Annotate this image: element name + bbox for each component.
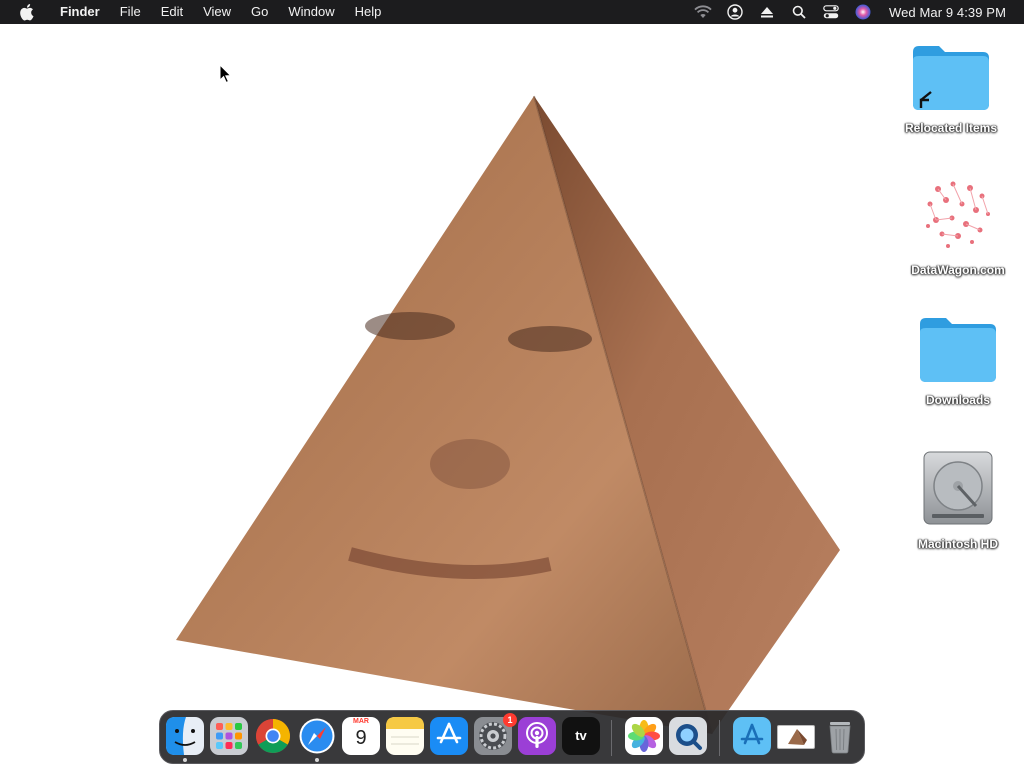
user-account-icon[interactable]	[725, 0, 745, 24]
dock-apple-tv[interactable]: tv	[562, 717, 600, 755]
desktop-icon-label: Relocated Items	[904, 121, 998, 135]
dock: MAR 9 1 tv	[159, 710, 865, 764]
calendar-month: MAR	[353, 718, 369, 725]
running-indicator	[183, 758, 187, 762]
dock-finder[interactable]	[166, 717, 204, 755]
menu-view[interactable]: View	[193, 0, 241, 24]
running-indicator	[315, 758, 319, 762]
trash-icon	[829, 722, 851, 754]
apple-tv-label: tv	[575, 728, 587, 743]
folder-alias-icon	[913, 46, 989, 110]
status-area: Wed Mar 9 4:39 PM	[687, 0, 1024, 24]
dock-applications-folder[interactable]	[733, 717, 771, 755]
pyramid-face-wallpaper	[176, 95, 840, 735]
eject-icon[interactable]	[757, 0, 777, 24]
notification-badge: 1	[503, 713, 517, 727]
dock-photos[interactable]	[625, 717, 663, 755]
menu-file[interactable]: File	[110, 0, 151, 24]
desktop-icon-downloads[interactable]: Downloads	[898, 314, 1018, 407]
notes-icon	[386, 717, 424, 755]
dock-app-store[interactable]	[430, 717, 468, 755]
image-file-icon	[926, 181, 990, 248]
dock-podcasts[interactable]	[518, 717, 556, 755]
desktop-icon-label: Macintosh HD	[917, 537, 998, 551]
applications-folder-icon	[740, 723, 764, 745]
dock-notes[interactable]	[386, 717, 424, 755]
siri-icon[interactable]	[853, 0, 873, 24]
image-thumbnail-icon	[788, 729, 807, 745]
calendar-day: 9	[355, 727, 367, 749]
menu-go[interactable]: Go	[241, 0, 278, 24]
dock-trash[interactable]	[821, 717, 859, 755]
spotlight-search-icon[interactable]	[789, 0, 809, 24]
dock-safari[interactable]	[298, 717, 336, 755]
dock-separator	[719, 720, 720, 756]
dock-separator	[611, 720, 612, 756]
menu-bar: Finder File Edit View Go Window Help Wed…	[0, 0, 1024, 24]
desktop: Relocated Items DataWagon.com Downloads …	[0, 24, 1024, 768]
menu-edit[interactable]: Edit	[151, 0, 193, 24]
dock-quicktime[interactable]	[669, 717, 707, 755]
safari-icon	[299, 718, 335, 754]
photos-icon	[628, 720, 660, 752]
menu-app-name[interactable]: Finder	[56, 0, 110, 24]
apple-menu-icon[interactable]	[18, 3, 40, 21]
hard-drive-icon	[923, 451, 993, 525]
desktop-icon-label: DataWagon.com	[911, 263, 1005, 277]
dock-system-preferences[interactable]: 1	[474, 713, 517, 755]
launchpad-icon	[216, 723, 242, 749]
menu-help[interactable]: Help	[345, 0, 392, 24]
control-center-icon[interactable]	[821, 0, 841, 24]
dock-chrome[interactable]	[254, 717, 292, 755]
desktop-icon-relocated-items[interactable]: Relocated Items	[891, 42, 1011, 135]
chrome-icon	[256, 719, 290, 753]
menu-window[interactable]: Window	[278, 0, 344, 24]
dock-image-thumbnail[interactable]	[777, 725, 815, 749]
mouse-cursor-icon	[219, 64, 232, 84]
folder-icon	[920, 318, 996, 382]
menu-bar-clock[interactable]: Wed Mar 9 4:39 PM	[889, 5, 1006, 20]
desktop-icon-macintosh-hd[interactable]: Macintosh HD	[898, 448, 1018, 551]
desktop-icon-label: Downloads	[925, 393, 990, 407]
desktop-icon-datawagon[interactable]: DataWagon.com	[898, 174, 1018, 277]
dock-calendar[interactable]: MAR 9	[342, 717, 380, 755]
app-store-icon	[436, 722, 462, 744]
podcasts-icon	[526, 722, 548, 748]
quicktime-icon	[676, 724, 702, 750]
finder-icon	[166, 717, 204, 755]
wifi-icon[interactable]	[693, 0, 713, 24]
dock-launchpad[interactable]	[210, 717, 248, 755]
